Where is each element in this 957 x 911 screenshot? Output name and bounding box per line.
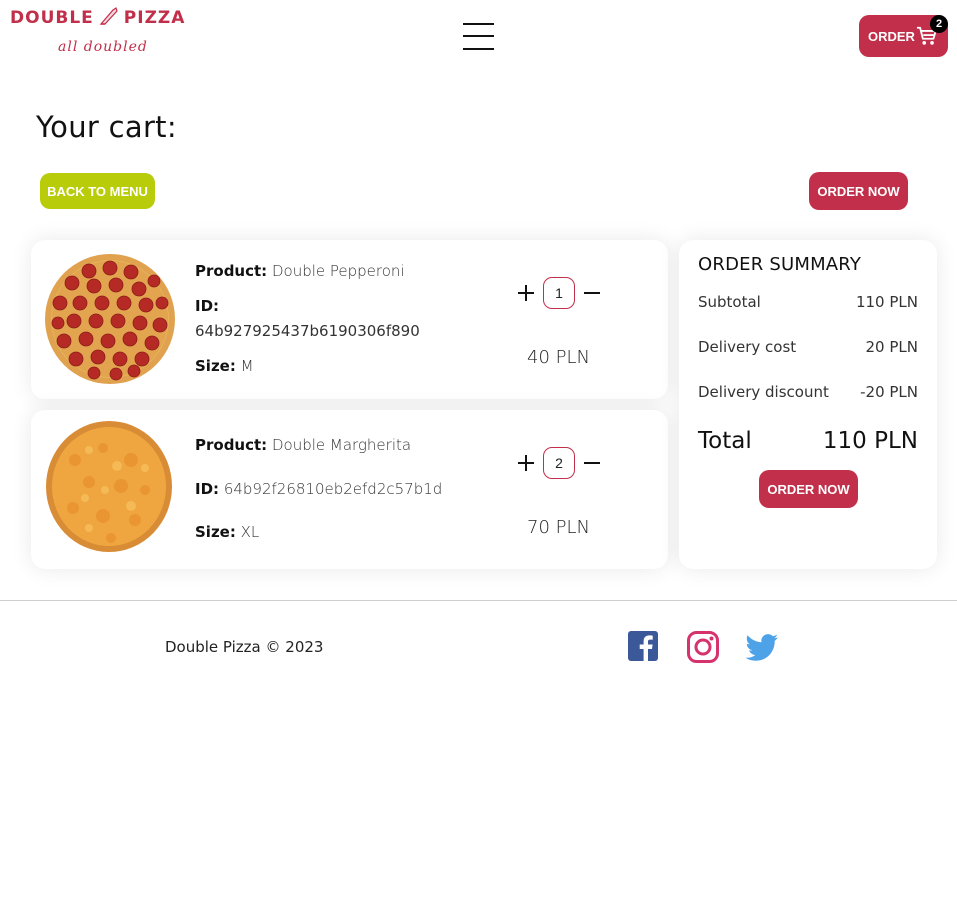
hamburger-line	[463, 35, 494, 37]
total-value: 110 PLN	[822, 428, 918, 454]
cart-item: Product: Double Margherita ID: 64b92f268…	[31, 410, 668, 569]
copyright-text: Double Pizza © 2023	[165, 638, 324, 656]
product-name: Product: Double Pepperoni	[195, 262, 405, 280]
increase-quantity-button[interactable]	[516, 453, 536, 473]
pepperoni-pizza-image	[45, 254, 175, 384]
decrease-quantity-button[interactable]	[582, 453, 602, 473]
order-now-button-summary[interactable]: ORDER NOW	[759, 470, 858, 508]
logo[interactable]: DOUBLE PIZZA all doubled	[10, 4, 190, 60]
logo-title-right: PIZZA	[123, 8, 186, 28]
cart-item: Product: Double Pepperoni ID: 64b9279254…	[31, 240, 668, 399]
order-summary-title: ORDER SUMMARY	[698, 254, 862, 275]
order-now-button-top[interactable]: ORDER NOW	[809, 172, 908, 210]
item-price: 70 PLN	[527, 517, 590, 538]
hamburger-line	[463, 48, 494, 50]
item-price: 40 PLN	[527, 347, 590, 368]
summary-label: Subtotal	[698, 293, 761, 311]
summary-value: 20 PLN	[865, 338, 918, 356]
page-title: Your cart:	[36, 110, 177, 144]
hamburger-menu-button[interactable]	[463, 22, 495, 50]
facebook-icon[interactable]	[627, 630, 661, 664]
size-value: XL	[240, 523, 260, 541]
twitter-icon[interactable]	[745, 630, 779, 664]
header-order-label: ORDER	[868, 28, 915, 44]
product-id: ID: 64b92f26810eb2efd2c57b1d	[195, 480, 442, 498]
size-value: M	[240, 357, 254, 375]
cart-count-badge: 2	[930, 15, 948, 33]
product-label: Product:	[195, 436, 268, 454]
summary-label: Delivery cost	[698, 338, 797, 356]
summary-label: Delivery discount	[698, 383, 829, 401]
logo-title-left: DOUBLE	[10, 8, 94, 28]
logo-tagline: all doubled	[58, 39, 148, 55]
product-size: Size: XL	[195, 523, 259, 541]
product-label: Product:	[195, 262, 268, 280]
summary-value: 110 PLN	[855, 293, 918, 311]
hamburger-line	[463, 23, 494, 25]
id-value: 64b92f26810eb2efd2c57b1d	[223, 480, 443, 498]
instagram-icon[interactable]	[686, 630, 720, 664]
product-value: Double Pepperoni	[271, 262, 405, 280]
pizza-cutter-icon	[99, 7, 118, 25]
product-size: Size: M	[195, 357, 254, 375]
total-label: Total	[698, 428, 752, 454]
id-label: ID:	[195, 297, 220, 315]
margherita-pizza-image	[46, 421, 172, 552]
product-value: Double Margherita	[271, 436, 412, 454]
size-label: Size:	[195, 357, 236, 375]
product-name: Product: Double Margherita	[195, 436, 411, 454]
summary-value: -20 PLN	[860, 383, 918, 401]
quantity-value: 2	[543, 447, 575, 479]
product-id: 64b927925437b6190306f890	[195, 322, 420, 340]
footer-divider	[0, 600, 957, 601]
decrease-quantity-button[interactable]	[582, 283, 602, 303]
site-header: DOUBLE PIZZA all doubled ORDER 2	[0, 0, 957, 75]
logo-title: DOUBLE PIZZA	[10, 6, 185, 28]
back-to-menu-button[interactable]: BACK TO MENU	[40, 173, 155, 209]
size-label: Size:	[195, 523, 236, 541]
quantity-value: 1	[543, 277, 575, 309]
increase-quantity-button[interactable]	[516, 283, 536, 303]
order-summary: ORDER SUMMARY Subtotal 110 PLN Delivery …	[679, 240, 937, 569]
product-id-label-row: ID:	[195, 297, 219, 315]
id-label: ID:	[195, 480, 220, 498]
